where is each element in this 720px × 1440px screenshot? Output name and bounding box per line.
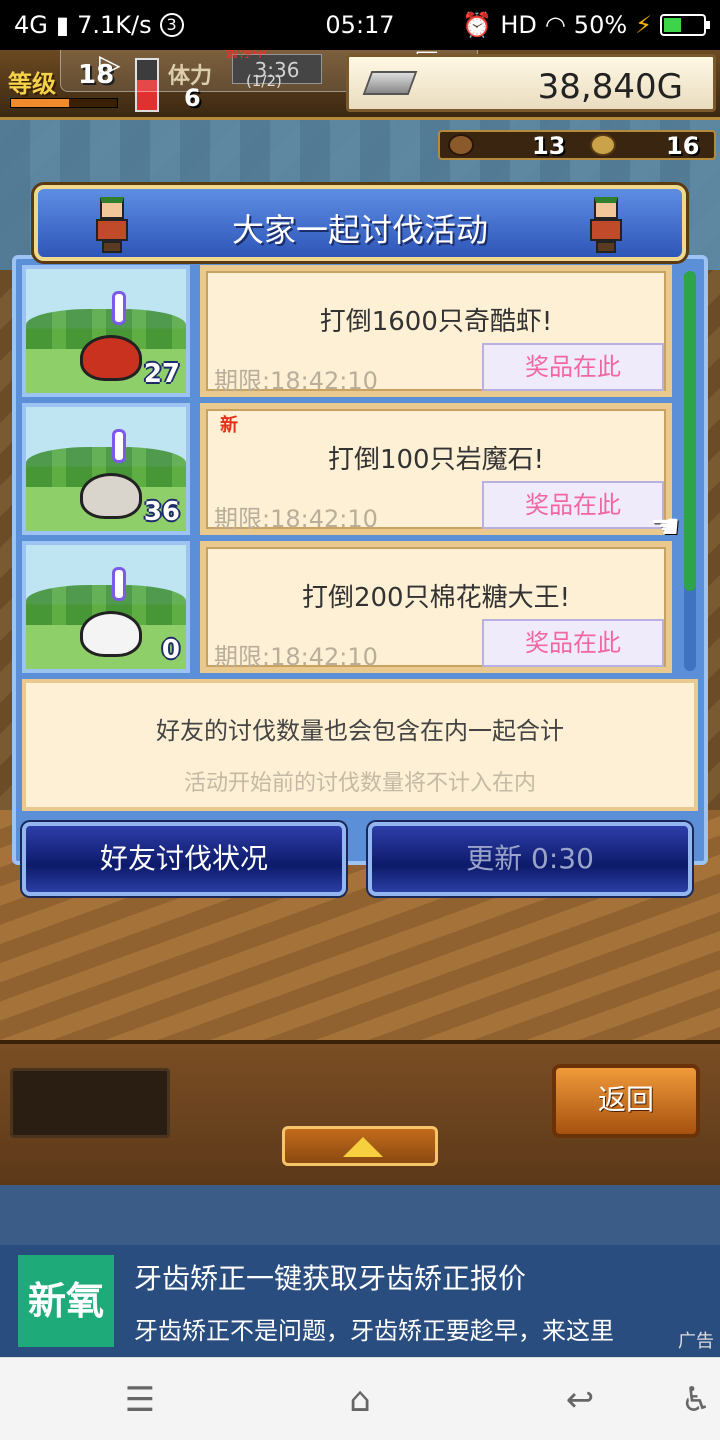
bottom-panel: 返回 bbox=[0, 1040, 720, 1185]
silver-ingot-icon bbox=[362, 71, 418, 95]
game-view: 等级 18 体力 6 3:36 ▷ 暂停中 ⇱ (1/2) 38,840G 13… bbox=[0, 50, 720, 1185]
resource-bar: 13 16 bbox=[438, 130, 716, 160]
kill-count: 27 bbox=[143, 359, 180, 389]
sprite-head bbox=[594, 197, 618, 219]
level-progress-bar bbox=[10, 98, 118, 108]
quest-list[interactable]: 27 打倒1600只奇酷虾! 期限:18:42:10 奖品在此 36 新 打倒1… bbox=[22, 265, 672, 673]
top-hud: 等级 18 体力 6 3:36 ▷ 暂停中 ⇱ (1/2) 38,840G bbox=[0, 50, 720, 120]
alarm-icon: ⏰ bbox=[462, 11, 493, 39]
quest-row: 0 打倒200只棉花糖大王! 期限:18:42:10 奖品在此 bbox=[22, 541, 672, 673]
info-box: 好友的讨伐数量也会包含在内一起合计 活动开始前的讨伐数量将不计入在内 bbox=[22, 679, 698, 811]
level-label: 等级 bbox=[8, 70, 56, 98]
info-main-text: 好友的讨伐数量也会包含在内一起合计 bbox=[156, 717, 564, 745]
page-indicator: (1/2) bbox=[246, 72, 282, 90]
friend-status-button[interactable]: 好友讨伐状况 bbox=[22, 822, 346, 896]
prize-button[interactable]: 奖品在此 bbox=[482, 343, 664, 391]
ad-logo[interactable]: 新氧 bbox=[18, 1255, 114, 1347]
quest-deadline: 期限:18:42:10 bbox=[214, 367, 378, 395]
ad-title[interactable]: 牙齿矫正一键获取牙齿矫正报价 bbox=[134, 1257, 526, 1297]
clock: 05:17 bbox=[325, 11, 395, 39]
status-bar: 4G ▮ 7.1K/s 3 05:17 ⏰ HD ◠ 50% ⚡ bbox=[0, 0, 720, 50]
gold-value: 38,840G bbox=[537, 67, 683, 107]
quest-deadline: 期限:18:42:10 bbox=[214, 505, 378, 533]
sprite-legs bbox=[596, 241, 616, 253]
exclamation-marker-icon bbox=[112, 429, 126, 463]
quest-thumbnail: 0 bbox=[22, 541, 190, 673]
prize-button[interactable]: 奖品在此 bbox=[482, 481, 664, 529]
signal-icon: ▮ bbox=[55, 11, 70, 39]
menu-icon[interactable]: ☰ bbox=[118, 1378, 162, 1422]
kill-count: 36 bbox=[143, 497, 180, 527]
subjugation-event-dialog: 27 打倒1600只奇酷虾! 期限:18:42:10 奖品在此 36 新 打倒1… bbox=[12, 185, 708, 865]
level-progress-fill bbox=[11, 99, 70, 107]
quest-card: 新 打倒100只岩魔石! 期限:18:42:10 奖品在此 bbox=[200, 403, 672, 535]
dialog-title-bar: 大家一起讨伐活动 bbox=[34, 185, 686, 261]
quest-row: 36 新 打倒100只岩魔石! 期限:18:42:10 奖品在此 bbox=[22, 403, 672, 535]
refresh-button[interactable]: 更新 0:30 bbox=[368, 822, 692, 896]
resource-2-value: 16 bbox=[666, 132, 700, 160]
pointing-hand-icon: ☚ bbox=[650, 507, 681, 547]
back-icon[interactable]: ↩ bbox=[558, 1378, 602, 1422]
expand-button[interactable] bbox=[282, 1126, 438, 1166]
kill-count: 0 bbox=[161, 635, 180, 665]
exclamation-marker-icon bbox=[112, 291, 126, 325]
home-icon[interactable]: ⌂ bbox=[338, 1378, 382, 1422]
gold-panel: 38,840G bbox=[346, 54, 716, 112]
quest-thumbnail: 27 bbox=[22, 265, 190, 397]
resource-1-value: 13 bbox=[532, 132, 566, 160]
ad-description[interactable]: 牙齿矫正不是问题，牙齿矫正要趁早，来这里 bbox=[134, 1311, 694, 1346]
ad-banner[interactable]: 新氧 牙齿矫正一键获取牙齿矫正报价 牙齿矫正不是问题，牙齿矫正要趁早，来这里 广… bbox=[0, 1245, 720, 1357]
quest-list-panel: 27 打倒1600只奇酷虾! 期限:18:42:10 奖品在此 36 新 打倒1… bbox=[12, 255, 708, 865]
quest-deadline: 期限:18:42:10 bbox=[214, 643, 378, 671]
adventurer-sprite-right-icon bbox=[584, 197, 628, 253]
back-button[interactable]: 返回 bbox=[552, 1064, 700, 1138]
quest-row: 27 打倒1600只奇酷虾! 期限:18:42:10 奖品在此 bbox=[22, 265, 672, 397]
battery-icon bbox=[660, 14, 710, 36]
sprite-body bbox=[590, 219, 622, 241]
marshmallow-king-monster-icon bbox=[80, 611, 142, 657]
accessibility-icon[interactable]: ♿ bbox=[674, 1378, 718, 1422]
quest-title: 打倒1600只奇酷虾! bbox=[319, 307, 553, 337]
prize-button[interactable]: 奖品在此 bbox=[482, 619, 664, 667]
exclamation-marker-icon bbox=[112, 567, 126, 601]
info-sub-text: 活动开始前的讨伐数量将不计入在内 bbox=[183, 771, 536, 796]
play-icon[interactable]: ▷ bbox=[99, 50, 121, 81]
network-speed: 7.1K/s bbox=[77, 11, 152, 39]
notification-count: 3 bbox=[159, 13, 184, 37]
charging-icon: ⚡ bbox=[635, 11, 652, 39]
quest-title: 打倒100只岩魔石! bbox=[327, 445, 545, 475]
battery-percent: 50% bbox=[573, 11, 628, 39]
hd-indicator: HD bbox=[500, 11, 537, 39]
quest-card: 打倒200只棉花糖大王! 期限:18:42:10 奖品在此 bbox=[200, 541, 672, 673]
new-badge: 新 bbox=[220, 415, 238, 436]
scrollbar-thumb[interactable] bbox=[684, 271, 696, 591]
crayfish-monster-icon bbox=[80, 335, 142, 381]
quest-title: 打倒200只棉花糖大王! bbox=[301, 583, 571, 613]
coin-icon bbox=[590, 134, 616, 156]
divider-strip bbox=[0, 1185, 720, 1245]
network-type: 4G bbox=[14, 11, 48, 39]
wood-icon bbox=[448, 134, 474, 156]
arrow-up-icon bbox=[343, 1137, 383, 1157]
ad-tag: 广告 bbox=[678, 1331, 714, 1352]
system-nav-bar: ☰ ⌂ ↩ ♿ bbox=[0, 1357, 720, 1440]
quest-card: 打倒1600只奇酷虾! 期限:18:42:10 奖品在此 bbox=[200, 265, 672, 397]
empty-slot bbox=[10, 1068, 170, 1138]
rock-golem-monster-icon bbox=[80, 473, 142, 519]
scrollbar[interactable] bbox=[684, 271, 696, 671]
quest-thumbnail: 36 bbox=[22, 403, 190, 535]
record-caption: 暂停中 bbox=[225, 50, 267, 61]
wifi-icon: ◠ bbox=[544, 11, 566, 39]
battery-fill bbox=[664, 18, 681, 32]
